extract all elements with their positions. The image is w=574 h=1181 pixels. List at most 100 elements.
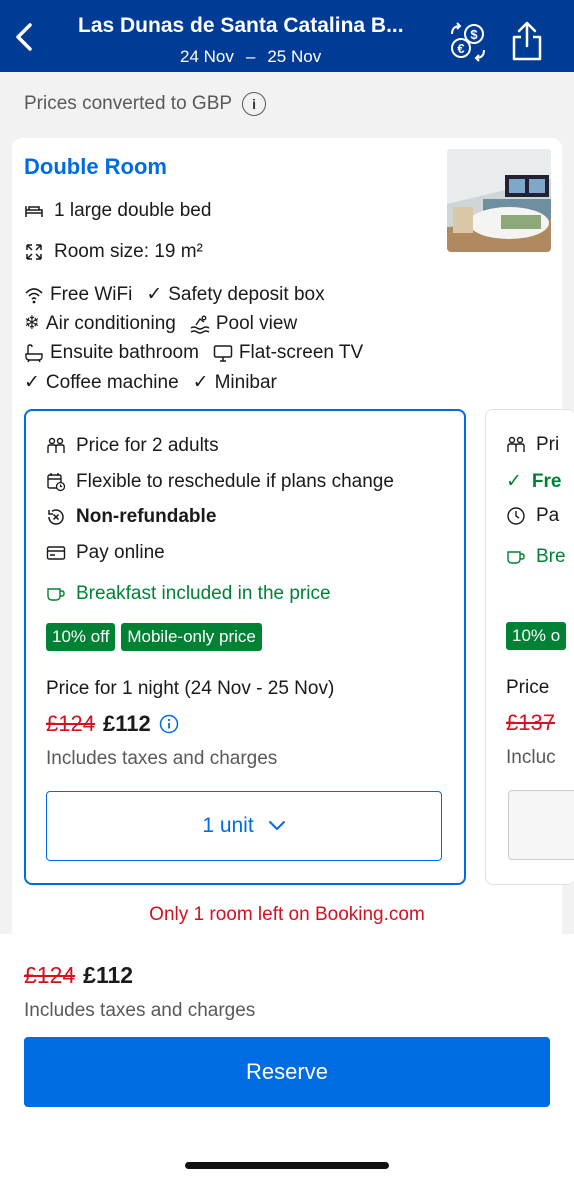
- wifi-icon: [25, 287, 43, 303]
- taxes-note: Incluc: [506, 747, 556, 768]
- rate-option-selected[interactable]: Price for 2 adults Flexible to reschedul…: [24, 409, 466, 885]
- calendar-clock-icon: [47, 473, 66, 492]
- payment-method: Pa: [506, 505, 559, 527]
- bed-info: 1 large double bed: [24, 200, 211, 222]
- facility-minibar: ✓ Minibar: [193, 371, 277, 394]
- facility-label: Free WiFi: [50, 283, 133, 305]
- facility-label: Pool view: [215, 312, 298, 334]
- pool-icon: [190, 315, 210, 334]
- facility-label: Coffee machine: [45, 371, 179, 393]
- expand-arrows-icon: [26, 244, 42, 260]
- bathtub-icon: [25, 344, 43, 363]
- price: £137: [506, 710, 555, 736]
- coffee-cup-icon: [507, 551, 525, 564]
- rate-option-next[interactable]: Pri ✓ Fre Pa Bre 10% o Price £137 Incluc: [485, 409, 574, 885]
- bedroom-image: [447, 149, 551, 252]
- reserve-button[interactable]: Reserve: [24, 1037, 550, 1107]
- checkout-date: 25 Nov: [267, 47, 322, 66]
- check-icon: ✓: [506, 471, 522, 492]
- free-cancel-text: Fre: [531, 470, 562, 492]
- room-card: Double Room 1 large double bed Room size…: [12, 138, 574, 958]
- clock-icon: [507, 507, 525, 525]
- unit-select[interactable]: [508, 790, 574, 860]
- facility-label: Ensuite bathroom: [50, 342, 199, 363]
- refund-policy: Non-refundable: [46, 506, 216, 528]
- check-icon: ✓: [192, 372, 209, 393]
- price-for: Price for 1 night (24 Nov - 25 Nov): [46, 678, 335, 699]
- room-photo[interactable]: [447, 149, 551, 252]
- flexible-text: Flexible to reschedule if plans change: [76, 471, 394, 492]
- room-title[interactable]: Double Room: [24, 154, 167, 180]
- svg-text:$: $: [470, 27, 478, 42]
- payment-text: Pay online: [76, 542, 165, 563]
- bed-text: 1 large double bed: [54, 200, 212, 221]
- facility-pool: Pool view: [190, 312, 297, 335]
- occupancy-text: Price for 2 adults: [76, 435, 219, 456]
- occupancy: Pri: [506, 434, 559, 456]
- payment-method: Pay online: [46, 542, 165, 564]
- taxes-note: Includes taxes and charges: [24, 1000, 256, 1021]
- occupancy-text: Pri: [536, 434, 560, 455]
- price-for: Price: [506, 677, 550, 698]
- flexible-policy: Flexible to reschedule if plans change: [46, 471, 394, 493]
- facility-row: ❄ Air conditioning Pool view: [24, 312, 297, 335]
- price: £124 £112: [46, 711, 179, 737]
- chevron-left-icon: [16, 23, 32, 51]
- share-icon: [512, 21, 542, 61]
- facility-wifi: Free WiFi: [24, 283, 132, 306]
- breakfast-info: Breakfast included in the price: [46, 583, 331, 605]
- room-size: Room size: 19 m²: [24, 241, 203, 263]
- card-icon: [46, 546, 66, 560]
- unit-select[interactable]: 1 unit: [46, 791, 442, 861]
- snowflake-icon: ❄: [24, 313, 40, 334]
- reserve-bar: £124 £112 Includes taxes and charges Res…: [0, 934, 574, 1181]
- svg-text:€: €: [457, 41, 464, 56]
- unit-select-value: 1 unit: [202, 814, 254, 837]
- share-button[interactable]: [510, 20, 544, 62]
- facility-row: ✓ Coffee machine ✓ Minibar: [24, 371, 277, 394]
- date-separator: –: [245, 47, 256, 66]
- deal-badges: 10% off Mobile-only price: [46, 623, 262, 651]
- tv-icon: [213, 345, 233, 362]
- stay-dates: 24 Nov – 25 Nov: [180, 47, 321, 67]
- original-price: £124: [46, 711, 95, 736]
- occupancy: Price for 2 adults: [46, 435, 219, 457]
- facility-label: Safety deposit box: [168, 283, 325, 305]
- payment-text: Pa: [536, 505, 560, 526]
- facility-label: Flat-screen TV: [238, 342, 364, 363]
- breakfast-text: Breakfast included in the price: [76, 583, 331, 604]
- currency-notice-text: Prices converted to GBP: [24, 93, 233, 114]
- original-price: £124: [24, 962, 76, 988]
- discounted-price: £112: [102, 711, 151, 736]
- facility-tv: Flat-screen TV: [213, 342, 363, 364]
- mobile-price-badge: Mobile-only price: [121, 623, 262, 651]
- currency-button[interactable]: $ €: [448, 22, 488, 62]
- back-button[interactable]: [10, 22, 38, 52]
- bed-icon: [25, 206, 43, 217]
- people-icon: [47, 437, 65, 453]
- facility-row: Free WiFi ✓ Safety deposit box: [24, 283, 325, 306]
- info-icon[interactable]: i: [242, 92, 267, 116]
- discount-badge: 10% o: [506, 622, 567, 650]
- deal-badges: 10% o: [506, 622, 567, 650]
- facility-safe: ✓ Safety deposit box: [146, 283, 324, 306]
- breakfast-info: Bre: [506, 546, 566, 568]
- people-icon: [507, 436, 525, 452]
- facility-ac: ❄ Air conditioning: [24, 312, 176, 335]
- check-icon: ✓: [146, 284, 163, 305]
- coffee-cup-icon: [47, 588, 65, 601]
- breakfast-text: Bre: [536, 546, 566, 567]
- total-price: £124 £112: [24, 962, 133, 989]
- room-size-text: Room size: 19 m²: [54, 241, 203, 262]
- hotel-name: Las Dunas de Santa Catalina B...: [78, 14, 404, 37]
- availability-warning: Only 1 room left on Booking.com: [149, 904, 425, 925]
- facility-row: Ensuite bathroom Flat-screen TV: [24, 342, 363, 364]
- currency-notice: Prices converted to GBP i: [24, 92, 267, 116]
- checkin-date: 24 Nov: [180, 47, 234, 66]
- facility-label: Minibar: [214, 371, 277, 393]
- info-icon[interactable]: [159, 714, 179, 734]
- facility-label: Air conditioning: [45, 312, 176, 334]
- free-cancel: ✓ Fre: [506, 470, 562, 493]
- top-bar: Las Dunas de Santa Catalina B... 24 Nov …: [0, 0, 574, 72]
- discount-badge: 10% off: [46, 623, 116, 651]
